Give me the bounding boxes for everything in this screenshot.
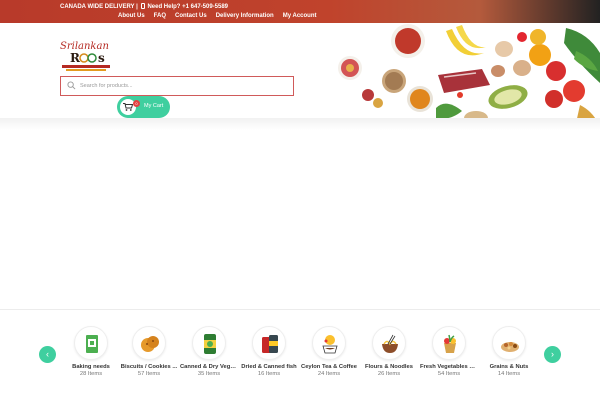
site-logo[interactable]: Srilankan R s — [58, 37, 114, 73]
product-search[interactable] — [60, 76, 294, 96]
chevron-right-icon: › — [551, 349, 554, 359]
category-count: 54 Items — [437, 371, 461, 377]
category-item[interactable]: Canned & Dry Vegg... 35 Items — [180, 326, 238, 377]
nav-faq[interactable]: FAQ — [154, 13, 166, 19]
category-name: Flours & Noodles — [365, 364, 413, 370]
category-item[interactable]: Grains & Nuts 14 Items — [480, 326, 538, 377]
promo-line: CANADA WIDE DELIVERY | Need Help? +1 647… — [60, 3, 228, 10]
cart-icon — [123, 103, 133, 111]
category-item[interactable]: Baking needs 28 Items — [62, 326, 120, 377]
category-thumb — [132, 326, 166, 360]
category-thumb — [432, 326, 466, 360]
canned-veg-icon — [204, 334, 216, 354]
cookies-icon — [141, 336, 159, 352]
category-count: 26 Items — [377, 371, 401, 377]
cart-label: My Cart — [144, 103, 164, 109]
category-carousel: ‹ Baking needs 28 Items Biscuits / Cooki… — [0, 309, 600, 400]
category-name: Ceylon Tea & Coffee — [301, 364, 357, 370]
nav-delivery-information[interactable]: Delivery Information — [216, 13, 274, 19]
category-thumb — [492, 326, 526, 360]
chevron-left-icon: ‹ — [46, 349, 49, 359]
category-name: Dried & Canned fish — [241, 364, 297, 370]
carousel-next-button[interactable]: › — [544, 346, 561, 363]
baking-icon — [86, 335, 98, 353]
delivery-promo: CANADA WIDE DELIVERY | — [60, 4, 138, 10]
help-phone[interactable]: Need Help? +1 647-509-5589 — [147, 4, 228, 10]
phone-icon — [141, 3, 146, 9]
nuts-icon — [501, 342, 519, 352]
category-name: Canned & Dry Vegg... — [180, 364, 238, 370]
category-count: 35 Items — [197, 371, 221, 377]
canned-fish-icon — [262, 335, 278, 353]
header-shadow-band — [0, 118, 600, 130]
category-name: Biscuits / Cookies ... — [120, 364, 178, 370]
category-count: 28 Items — [79, 371, 103, 377]
nav-about-us[interactable]: About Us — [118, 13, 145, 19]
top-nav: About Us FAQ Contact Us Delivery Informa… — [118, 13, 316, 19]
category-thumb — [192, 326, 226, 360]
category-item[interactable]: Ceylon Tea & Coffee 24 Items — [300, 326, 358, 377]
search-icon — [67, 81, 76, 90]
category-item[interactable]: Dried & Canned fish 16 Items — [240, 326, 298, 377]
category-count: 57 Items — [137, 371, 161, 377]
category-name: Grains & Nuts — [489, 364, 529, 370]
category-name: Baking needs — [72, 364, 110, 370]
category-count: 24 Items — [317, 371, 341, 377]
category-thumb — [312, 326, 346, 360]
category-name: Fresh Vegetables &... — [420, 364, 478, 370]
category-thumb — [252, 326, 286, 360]
nav-my-account[interactable]: My Account — [283, 13, 317, 19]
my-cart-button[interactable]: 0 My Cart — [117, 96, 170, 118]
category-thumb — [372, 326, 406, 360]
category-count: 14 Items — [497, 371, 521, 377]
site-header: Srilankan R s 0 My Cart — [0, 23, 600, 128]
vegetables-icon — [444, 334, 456, 353]
nav-contact-us[interactable]: Contact Us — [175, 13, 207, 19]
top-bar: CANADA WIDE DELIVERY | Need Help? +1 647… — [0, 0, 600, 23]
category-thumb — [74, 326, 108, 360]
cart-count-badge: 0 — [133, 100, 140, 107]
carousel-prev-button[interactable]: ‹ — [39, 346, 56, 363]
category-item[interactable]: Flours & Noodles 26 Items — [360, 326, 418, 377]
groceries-banner-image — [338, 24, 600, 125]
svg-text:s: s — [98, 51, 105, 65]
category-item[interactable]: Biscuits / Cookies ... 57 Items — [120, 326, 178, 377]
category-list: Baking needs 28 Items Biscuits / Cookies… — [62, 326, 538, 398]
search-input[interactable] — [80, 80, 280, 92]
category-count: 16 Items — [257, 371, 281, 377]
tea-icon — [322, 335, 338, 354]
category-item[interactable]: Fresh Vegetables &... 54 Items — [420, 326, 478, 377]
noodles-icon — [382, 334, 398, 353]
